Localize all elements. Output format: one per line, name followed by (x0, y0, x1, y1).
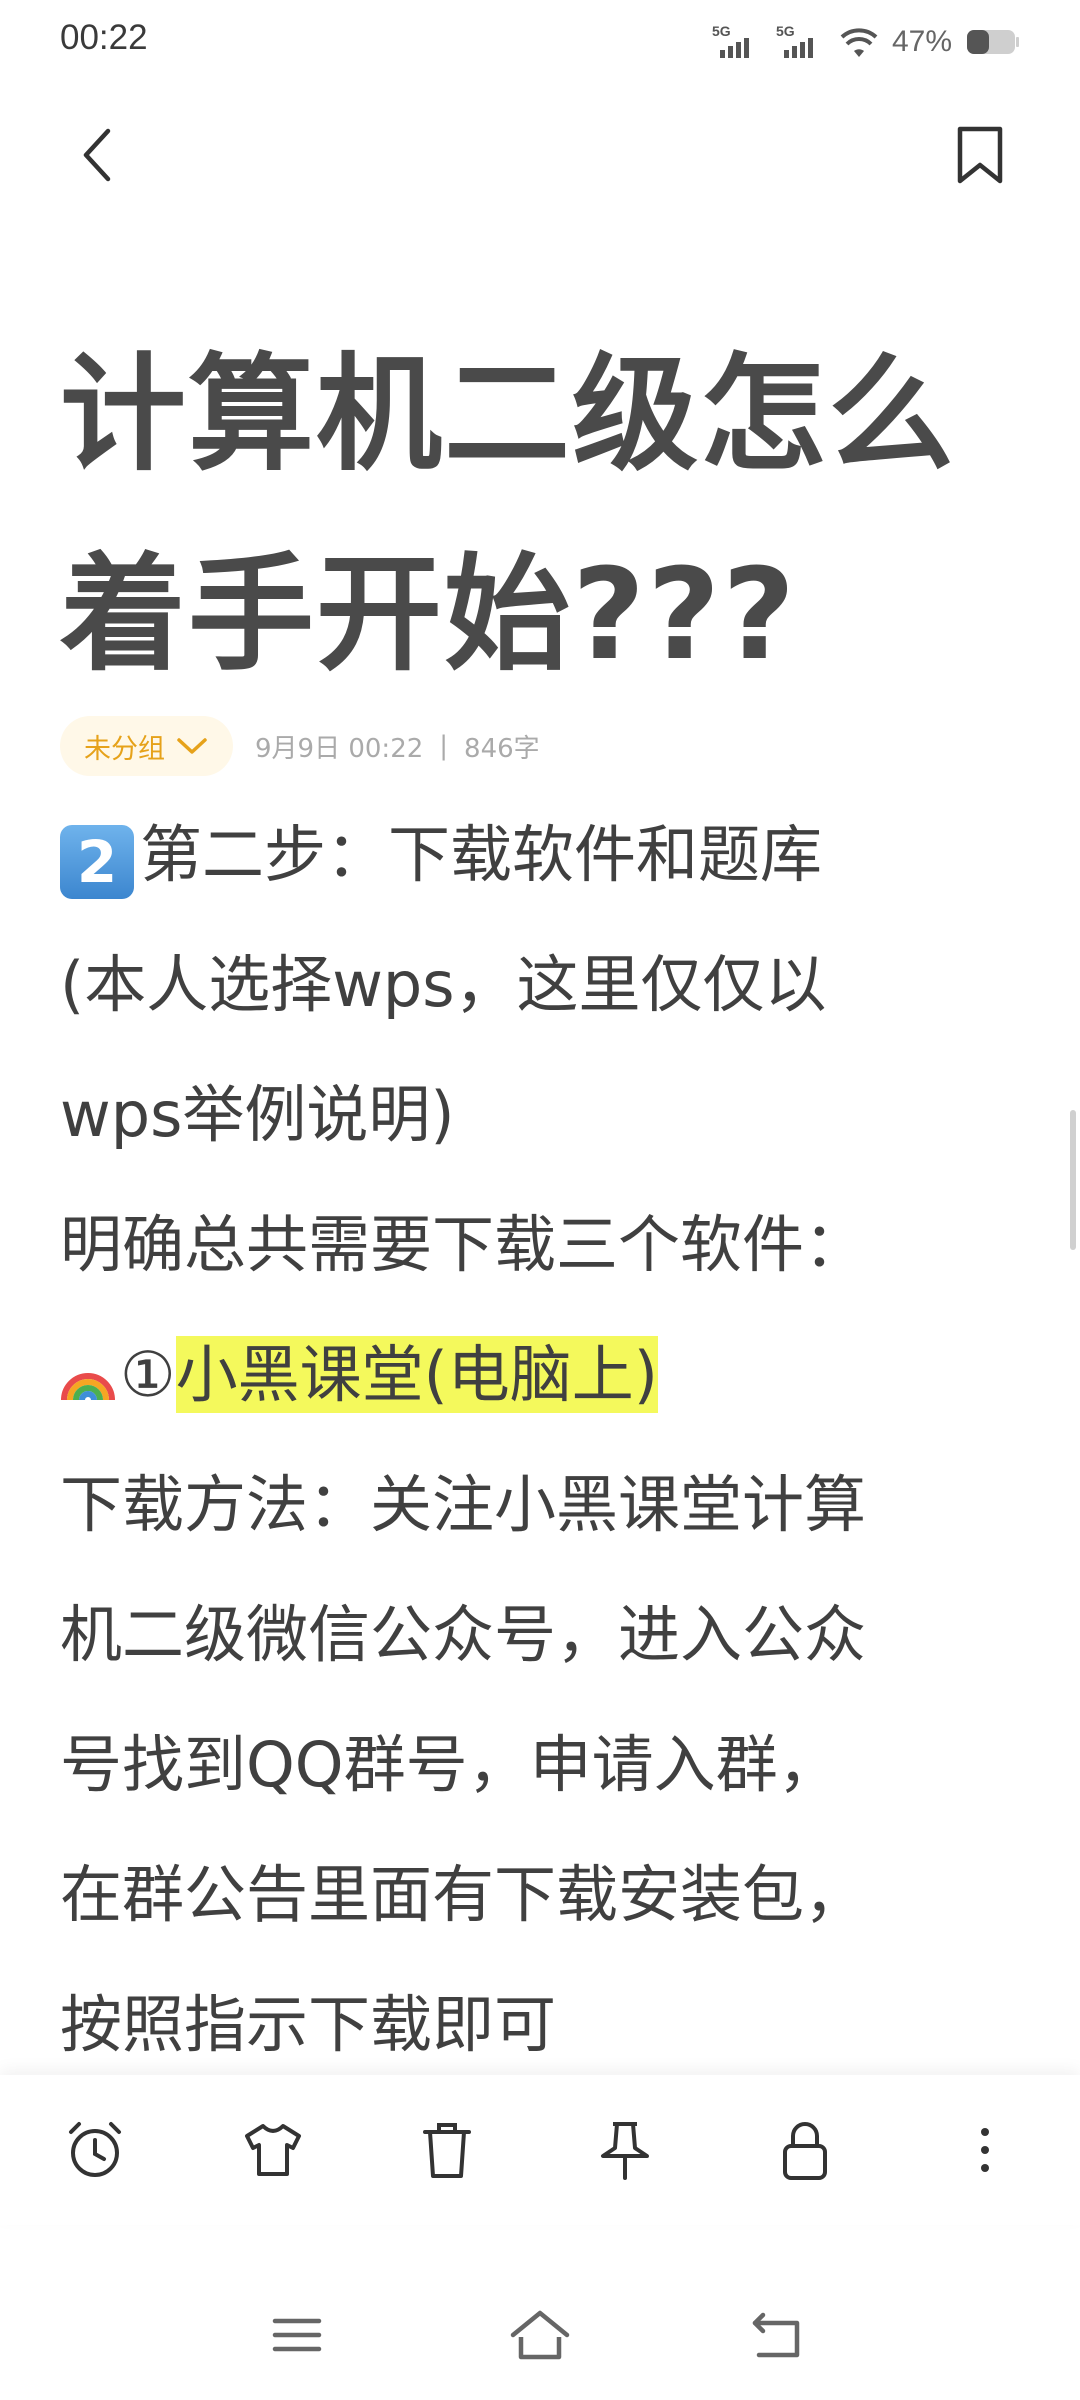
status-time: 00:22 (60, 18, 148, 57)
group-label: 未分组 (84, 733, 165, 765)
lock-icon (783, 2122, 827, 2180)
circled-number: ① (120, 1338, 176, 1411)
system-nav-bar (0, 2260, 1080, 2400)
step-heading: 第二步：下载软件和题库 (140, 818, 823, 891)
highlighted-text: 小黑课堂(电脑上) (175, 1336, 658, 1413)
back-arrow-icon (83, 128, 111, 182)
body-line: 在群公告里面有下载安装包， (60, 1858, 867, 1931)
signal-5g-icon: 5G (776, 23, 813, 58)
body-line: 明确总共需要下载三个软件： (60, 1208, 867, 1281)
body-line: 按照指示下载即可 (60, 1988, 557, 2061)
note-meta: 未分组 9月9日 00:22 | 846字 (60, 716, 540, 776)
status-bar: 00:22 5G 5G 47% (0, 0, 1080, 80)
trash-icon (423, 2123, 471, 2178)
battery-icon (967, 30, 1019, 54)
body-line: 下载方法：关注小黑课堂计算 (60, 1468, 867, 1541)
note-toolbar (0, 2075, 1080, 2225)
body-line: wps举例说明) (60, 1078, 455, 1151)
back-nav-button[interactable] (742, 2300, 812, 2370)
pin-icon (601, 2122, 649, 2180)
menu-icon (272, 2318, 322, 2352)
note-title[interactable]: 计算机二级怎么 着手开始??? (60, 315, 1020, 715)
note-title-line-2: 着手开始??? (60, 541, 798, 688)
svg-text:5G: 5G (712, 23, 731, 39)
svg-text:5G: 5G (776, 23, 795, 39)
note-date: 9月9日 00:22 (255, 733, 424, 764)
home-button[interactable] (505, 2300, 575, 2370)
status-icons: 5G 5G 47% (712, 20, 1020, 64)
group-selector[interactable]: 未分组 (60, 716, 233, 776)
note-title-line-1: 计算机二级怎么 (60, 341, 956, 488)
bookmark-button[interactable] (950, 125, 1010, 185)
lock-button[interactable] (770, 2115, 840, 2185)
word-count: 846字 (464, 733, 540, 764)
rainbow-icon (61, 1373, 115, 1401)
back-button[interactable] (70, 125, 130, 185)
more-button[interactable] (950, 2115, 1020, 2185)
alarm-clock-icon (69, 2122, 121, 2177)
signal-5g-icon: 5G (712, 23, 749, 58)
scrollbar-thumb[interactable] (1070, 1110, 1076, 1250)
recent-apps-button[interactable] (262, 2300, 332, 2370)
shirt-icon (245, 2124, 301, 2176)
back-return-icon (752, 2312, 800, 2358)
skin-button[interactable] (238, 2115, 308, 2185)
meta-separator: | (439, 731, 449, 761)
note-body[interactable]: 2 第二步：下载软件和题库 (本人选择wps，这里仅仅以 wps举例说明) 明确总… (60, 790, 1020, 2090)
body-line: 号找到QQ群号，申请入群， (60, 1728, 840, 1801)
reminder-button[interactable] (60, 2115, 130, 2185)
home-icon (510, 2310, 570, 2360)
body-line: 2 第二步：下载软件和题库 (60, 790, 1020, 920)
top-bar (0, 110, 1080, 200)
body-line: 机二级微信公众号，进入公众 (60, 1598, 867, 1671)
delete-button[interactable] (412, 2115, 482, 2185)
bookmark-icon (957, 126, 1003, 184)
keycap-two-icon: 2 (60, 825, 134, 899)
more-vertical-icon (981, 2128, 989, 2172)
battery-percent: 47% (891, 25, 952, 58)
wifi-icon (840, 28, 878, 57)
body-line: ①小黑课堂(电脑上) (60, 1310, 1020, 1440)
chevron-down-icon (177, 738, 207, 754)
pin-button[interactable] (590, 2115, 660, 2185)
body-line: (本人选择wps，这里仅仅以 (60, 948, 827, 1021)
